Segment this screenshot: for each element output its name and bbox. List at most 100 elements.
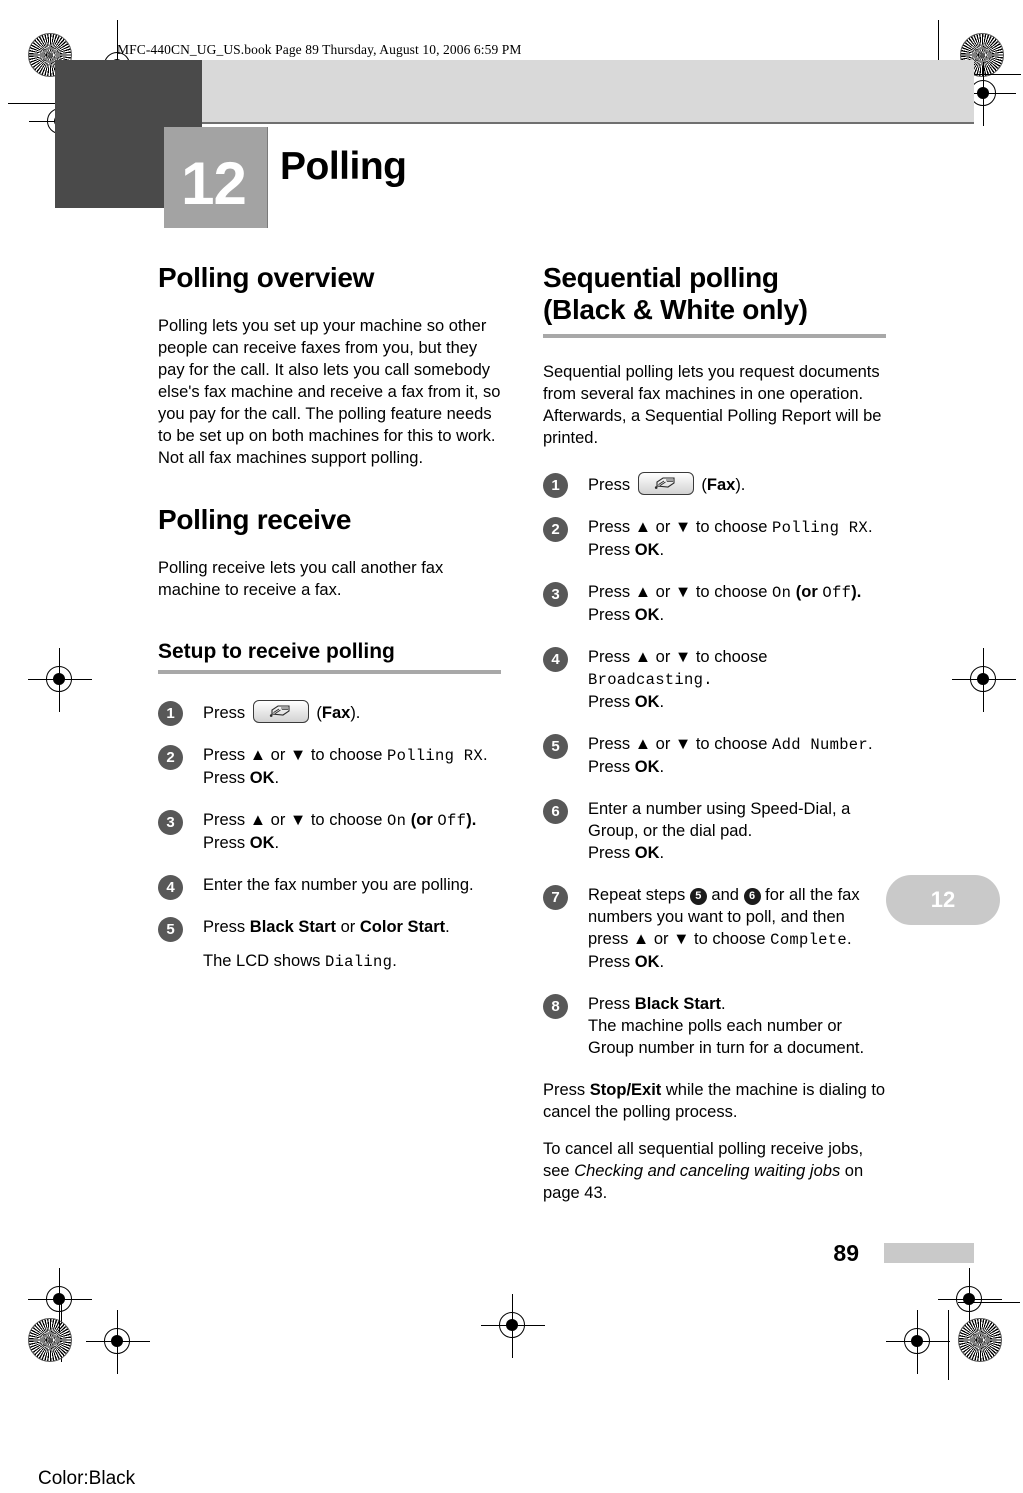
step-text-press: Press [588,692,631,711]
registration-mark-right-middle [952,648,1016,712]
inline-step-reference-5: 5 [689,888,707,906]
paragraph-sequential-polling-intro: Sequential polling lets you request docu… [543,363,882,448]
header-rule [202,122,974,124]
note-text-pre: Press [543,1080,586,1099]
step-item: 8 Press Black Start. The machine polls e… [543,993,886,1059]
step-text-black-start-key: Black Start [249,917,336,936]
step-badge-3: 3 [158,809,183,835]
step-text-close-paren: ). [851,583,862,602]
step-text-ok-key: OK [634,692,660,711]
lcd-value-complete: Complete [770,931,847,950]
step-text-black-start-key: Black Start [634,995,721,1014]
step-text-lcd-shows: The LCD shows [203,951,321,970]
step-text-ok-key: OK [634,757,660,776]
registration-star-bottom-left [28,1318,72,1362]
step-text-ok-key: OK [634,605,660,624]
step-badge-7: 7 [543,885,568,911]
step-item: 3 Press ▲ or ▼ to choose On (or Off). Pr… [543,581,886,626]
step-text-and: and [711,886,739,905]
step-text-choose: Press ▲ or ▼ to choose [588,647,768,666]
heading-line-2: (Black & White only) [543,294,808,326]
step-text-press: Press [588,844,631,863]
fax-key-icon[interactable] [252,699,309,723]
crop-line-bottom-right-h [958,1302,1020,1304]
step-text-ok-key: OK [634,541,660,559]
step-text-choose: Press ▲ or ▼ to choose [203,810,383,829]
step-text-press: Press [588,953,631,972]
page-title: Polling [280,145,407,188]
crop-line-bottom-right-v [948,1310,950,1380]
step-badge-4: 4 [543,646,568,672]
book-header-text: MFC-440CN_UG_US.book Page 89 Thursday, A… [117,42,522,57]
step-text-press: Press [588,605,631,624]
right-column: Sequential polling (Black & White only) … [543,262,886,1225]
lcd-value-on: On [772,584,792,603]
lcd-value-off: Off [822,584,852,603]
registration-mark-bottom-center [481,1294,545,1358]
heading-polling-overview: Polling overview [158,262,375,293]
step-badge-4: 4 [158,874,183,900]
step-text-press: Press [203,703,246,722]
step-item: 1 Press (Fax). [543,472,886,499]
lcd-value-off: Off [437,811,467,830]
step-text-enter-fax-number: Enter the fax number you are polling. [203,875,474,894]
color-separation-mark: Color:Black [38,1468,136,1489]
fax-key-icon[interactable] [637,472,694,496]
step-item: 2 Press ▲ or ▼ to choose Polling RX. Pre… [543,516,886,561]
lcd-value-polling-rx: Polling RX [772,519,869,538]
step-item: 4 Enter the fax number you are polling. [158,874,501,900]
lcd-value-dialing: Dialing [324,952,393,971]
step-text-press: Press [203,768,246,787]
lcd-value-polling-rx: Polling RX [387,746,484,765]
side-tab-label: 12 [930,887,956,912]
lcd-value-broadcasting: Broadcasting. [588,671,713,690]
step-badge-2: 2 [158,744,183,770]
step-text-press: Press [588,995,631,1014]
step-item: 5 Press Black Start or Color Start. The … [158,916,501,973]
step-badge-2: 2 [543,517,568,543]
step-text-choose: Press ▲ or ▼ to choose [588,734,768,753]
page-number: 89 [833,1240,859,1266]
heading-sequential-polling: Sequential polling (Black & White only) [543,262,886,339]
chapter-number-box: 12 [164,127,268,228]
step-text-machine-polls: The machine polls each number or Group n… [588,1017,865,1058]
registration-star-bottom-right [958,1318,1002,1362]
step-badge-1: 1 [158,700,183,726]
step-item: 1 Press (Fax). [158,699,501,726]
step-text-or: or [340,917,356,936]
step-text-fax-label: Fax [321,703,351,722]
step-item: 7 Repeat steps 5 and 6 for all the fax n… [543,884,886,973]
step-text-or: (or [410,810,433,829]
step-text-color-start-key: Color Start [359,917,446,936]
step-badge-6: 6 [543,798,568,824]
paragraph-cross-reference: To cancel all sequential polling receive… [543,1139,886,1205]
step-text-choose: Press ▲ or ▼ to choose [203,745,383,764]
left-column: Polling overview Polling lets you set up… [158,262,501,993]
step-badge-3: 3 [543,582,568,608]
crop-line-top-right-h [975,74,1021,76]
side-tab-chapter: 12 [886,875,1000,925]
step-badge-5: 5 [158,916,183,942]
stop-exit-key-label: Stop/Exit [589,1080,662,1099]
step-item: 5 Press ▲ or ▼ to choose Add Number. Pre… [543,733,886,778]
right-steps-list: 1 Press (Fax). 2 Press ▲ or ▼ to choose … [543,472,886,1059]
step-item: 4 Press ▲ or ▼ to choose Broadcasting. P… [543,646,886,713]
subheading-setup-to-receive-polling: Setup to receive polling [158,640,501,674]
step-item: 2 Press ▲ or ▼ to choose Polling RX. Pre… [158,744,501,789]
registration-mark-left-middle [28,648,92,712]
step-badge-1: 1 [543,473,568,499]
chapter-number: 12 [181,150,247,217]
step-text-fax-label: Fax [706,476,736,495]
paragraph-polling-overview: Polling lets you set up your machine so … [158,317,501,467]
step-text-ok-key: OK [634,844,660,863]
step-text-choose: Press ▲ or ▼ to choose [588,583,768,602]
registration-mark-bottom-right-lower [886,1310,950,1374]
lcd-value-on: On [387,811,407,830]
folio-bar [884,1243,974,1263]
step-item: 3 Press ▲ or ▼ to choose On (or Off). Pr… [158,809,501,854]
step-text-press: Press [203,833,246,852]
inline-step-reference-6: 6 [743,888,761,906]
step-text-enter-number: Enter a number using Speed-Dial, a Group… [588,799,851,840]
xref-title: Checking and canceling waiting jobs [574,1162,841,1181]
registration-mark-bottom-left-lower [86,1310,150,1374]
